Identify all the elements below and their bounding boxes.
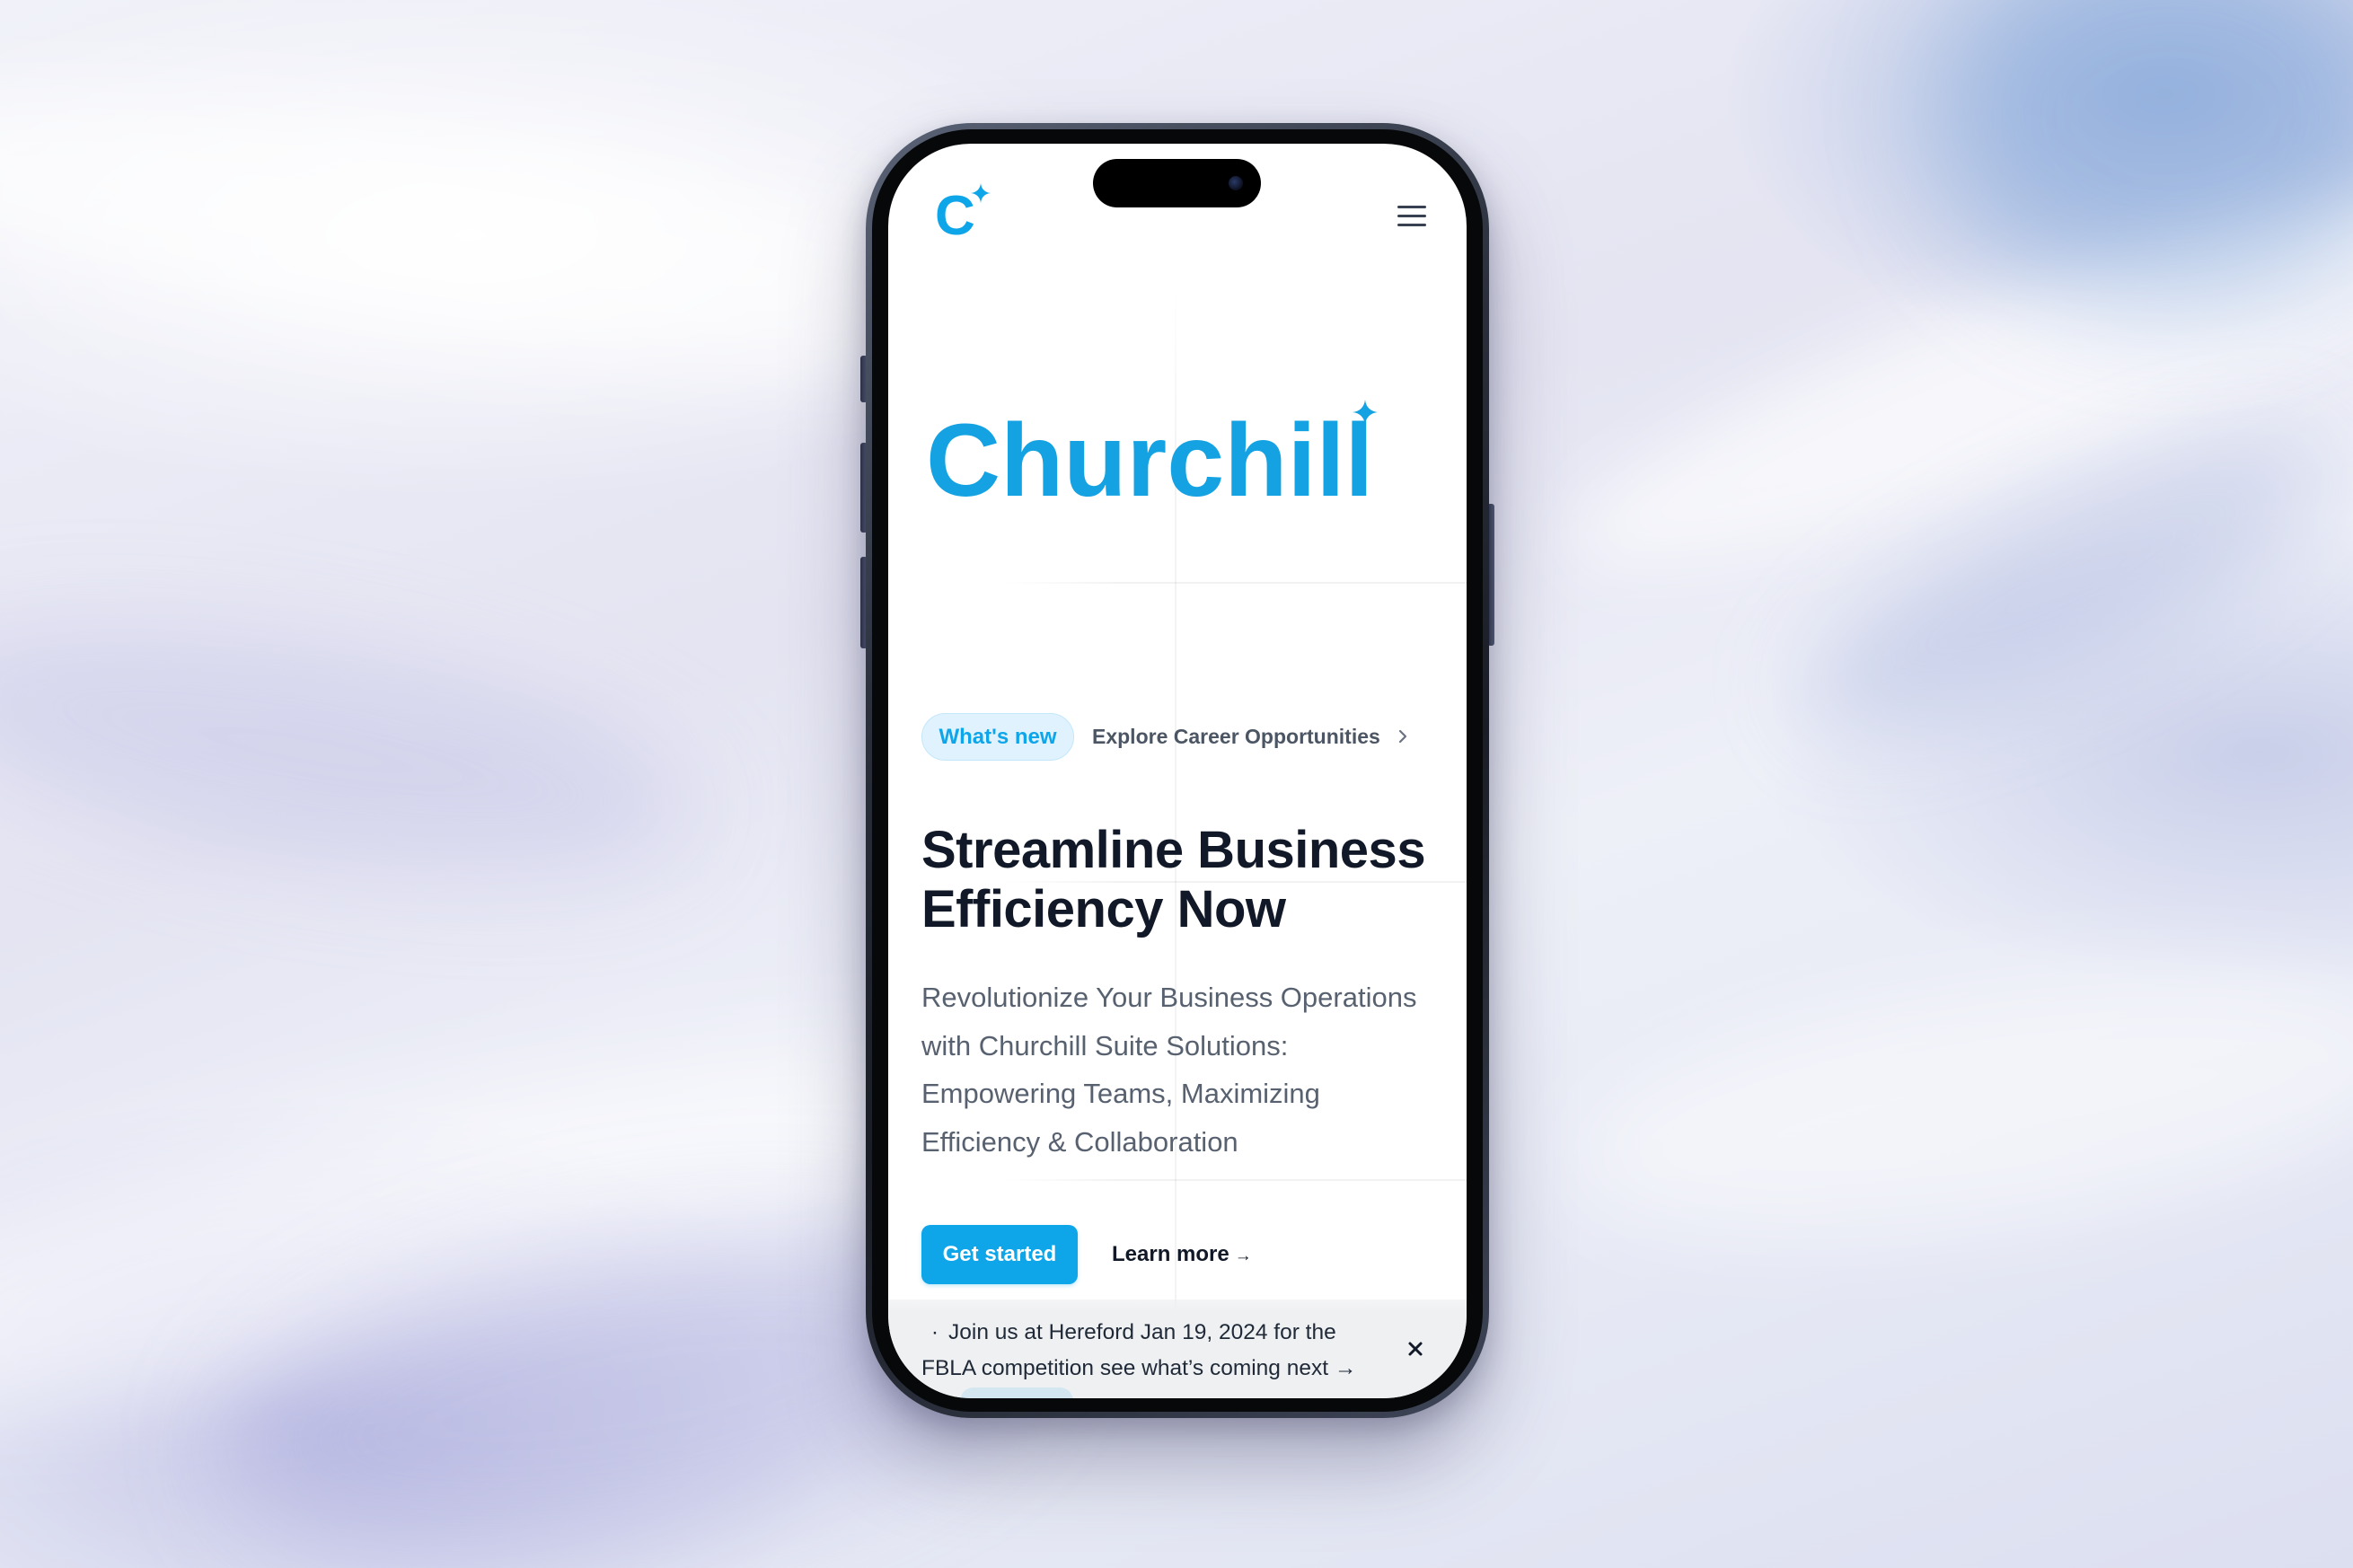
chevron-right-icon[interactable] bbox=[1397, 727, 1409, 745]
hero-description: Revolutionize Your Business Operations w… bbox=[921, 973, 1416, 1166]
camera-lens bbox=[1229, 176, 1243, 190]
hero-wordmark: Churchill bbox=[926, 403, 1374, 518]
logo-letter[interactable]: C bbox=[935, 189, 975, 244]
hero-heading-line: Efficiency Now bbox=[921, 880, 1286, 938]
hero-description-line: with Churchill Suite Solutions: bbox=[921, 1029, 1289, 1061]
career-opportunities-link[interactable]: Explore Career Opportunities bbox=[1092, 724, 1380, 749]
sparkle-icon bbox=[971, 183, 991, 203]
hidden-pill bbox=[960, 1387, 1073, 1398]
learn-more-link[interactable]: Learn more → bbox=[1112, 1241, 1252, 1270]
sparkle-icon bbox=[1353, 400, 1378, 425]
get-started-button[interactable]: Get started bbox=[921, 1225, 1078, 1284]
hamburger-menu-icon[interactable] bbox=[1397, 206, 1426, 227]
announcement-banner: · Join us at Hereford Jan 19, 2024 for th… bbox=[888, 1299, 1467, 1398]
banner-line: · Join us at Hereford Jan 19, 2024 for th… bbox=[921, 1315, 1356, 1351]
close-icon[interactable] bbox=[1403, 1336, 1428, 1361]
hero-description-line: Efficiency & Collaboration bbox=[921, 1125, 1238, 1158]
desktop-background: C Churchill What's new Explore Career Op… bbox=[0, 0, 2353, 1568]
banner-link[interactable]: · Join us at Hereford Jan 19, 2024 for th… bbox=[921, 1315, 1356, 1387]
whats-new-badge[interactable]: What's new bbox=[921, 713, 1074, 761]
hero-heading: Streamline Business Efficiency Now bbox=[921, 821, 1426, 939]
arrow-right-icon: → bbox=[1234, 1246, 1252, 1265]
phone-screen: C Churchill What's new Explore Career Op… bbox=[888, 144, 1467, 1398]
hero-description-line: Revolutionize Your Business Operations bbox=[921, 982, 1417, 1013]
background-wave bbox=[1559, 929, 2353, 1280]
bullet-separator: · bbox=[930, 1320, 939, 1344]
hero-description-line: Empowering Teams, Maximizing bbox=[921, 1078, 1320, 1109]
phone-mockup: C Churchill What's new Explore Career Op… bbox=[866, 123, 1489, 1418]
grid-line bbox=[1002, 582, 1467, 584]
grid-line bbox=[1002, 1179, 1467, 1181]
background-shade bbox=[1940, 0, 2353, 305]
banner-line: FBLA competition see what’s coming next … bbox=[921, 1356, 1357, 1380]
dynamic-island bbox=[1093, 159, 1261, 207]
hero-heading-line: Streamline Business bbox=[921, 821, 1426, 879]
learn-more-label: Learn more bbox=[1112, 1242, 1229, 1266]
banner-line-text: Join us at Hereford Jan 19, 2024 for the bbox=[948, 1320, 1336, 1344]
background-shade bbox=[0, 579, 713, 921]
